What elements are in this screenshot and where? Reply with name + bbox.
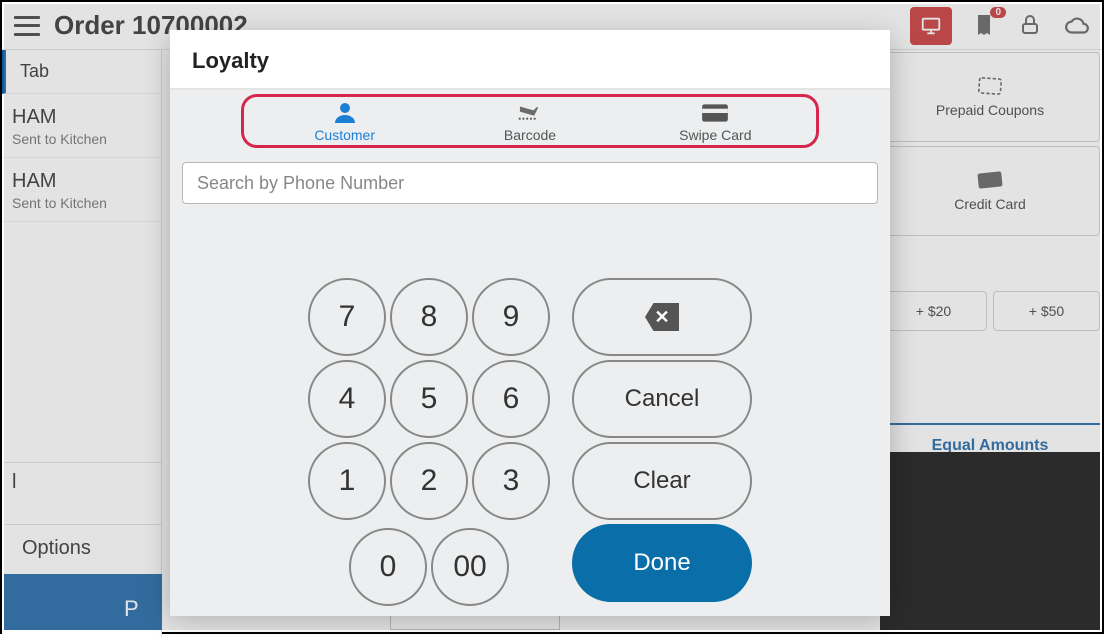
loyalty-modal: Loyalty Customer Barcode Swipe Card 7 8 [170,30,890,610]
tab-customer[interactable]: Customer [252,101,437,143]
keypad: 7 8 9 4 5 6 1 2 3 0 00 ✕ [182,278,878,602]
clear-button[interactable]: Clear [572,442,752,520]
backspace-icon: ✕ [645,303,679,331]
key-8[interactable]: 8 [390,278,468,356]
key-3[interactable]: 3 [472,442,550,520]
modal-title: Loyalty [170,30,890,90]
key-0[interactable]: 0 [349,528,427,606]
key-backspace[interactable]: ✕ [572,278,752,356]
search-input[interactable] [182,162,878,204]
key-5[interactable]: 5 [390,360,468,438]
key-2[interactable]: 2 [390,442,468,520]
tab-barcode[interactable]: Barcode [437,101,622,143]
tab-swipe-card[interactable]: Swipe Card [623,101,808,143]
done-button[interactable]: Done [572,524,752,602]
key-4[interactable]: 4 [308,360,386,438]
lookup-tabs-highlight: Customer Barcode Swipe Card [241,94,819,148]
key-00[interactable]: 00 [431,528,509,606]
key-6[interactable]: 6 [472,360,550,438]
cancel-button[interactable]: Cancel [572,360,752,438]
key-7[interactable]: 7 [308,278,386,356]
key-9[interactable]: 9 [472,278,550,356]
key-1[interactable]: 1 [308,442,386,520]
